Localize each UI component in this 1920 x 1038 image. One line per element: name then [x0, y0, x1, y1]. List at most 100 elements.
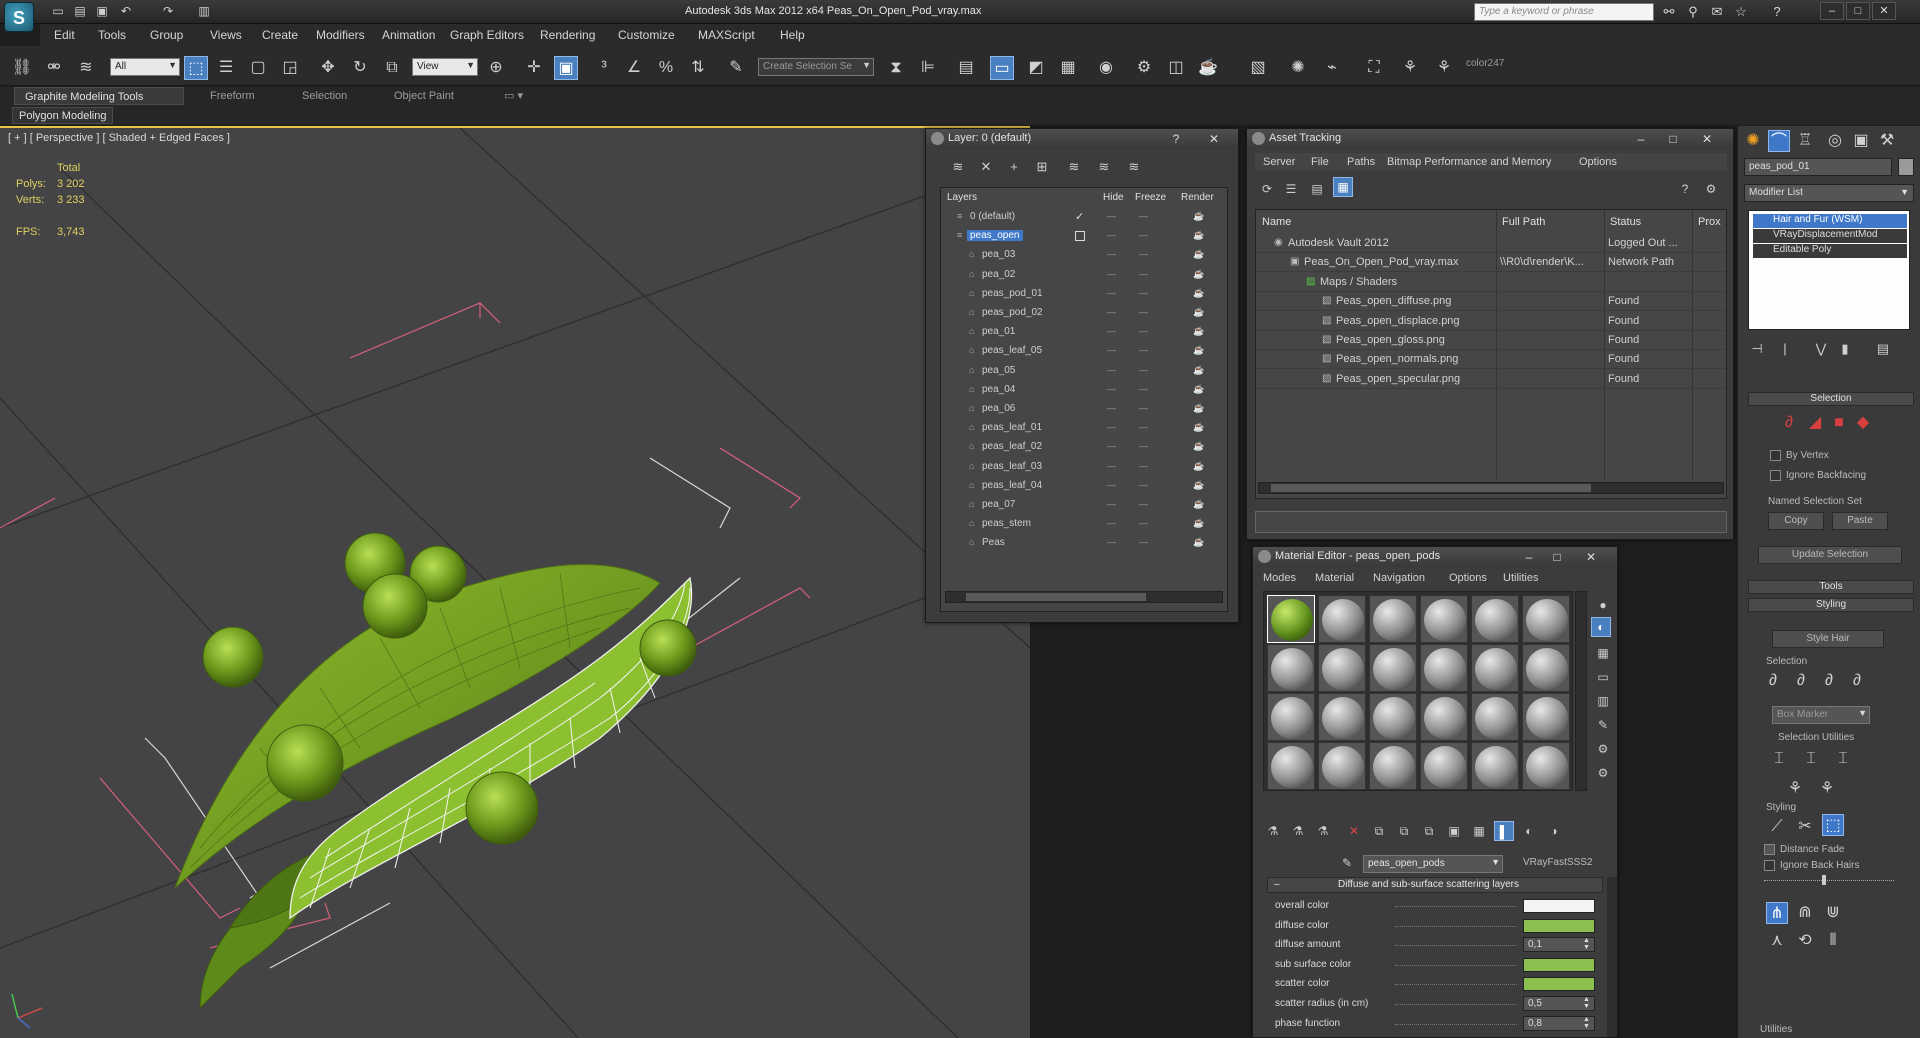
update-selection-button[interactable]: Update Selection — [1758, 546, 1902, 564]
show-hidden-icon[interactable]: ⚘ — [1816, 778, 1838, 800]
stack-item-hair-and-fur[interactable]: Hair and Fur (WSM) — [1753, 214, 1907, 228]
layer-row[interactable]: ⌂ peas_pod_02 — — ☕ — [941, 304, 1227, 323]
layer-row[interactable]: ⌂ peas_leaf_02 — — ☕ — [941, 438, 1227, 457]
freeze-toggle[interactable]: — — [1139, 269, 1148, 279]
render-teapot-icon[interactable]: ☕ — [1193, 365, 1204, 376]
freeze-toggle[interactable]: — — [1139, 537, 1148, 547]
pin-stack-icon[interactable]: ⊣ — [1746, 338, 1768, 360]
vray-fur-icon[interactable]: ⚘ — [1398, 56, 1422, 80]
freeze-toggle[interactable]: — — [1139, 422, 1148, 432]
hide-toggle[interactable]: — — [1107, 326, 1116, 336]
layer-row[interactable]: ⌂ peas_stem — — ☕ — [941, 515, 1227, 534]
hide-toggle[interactable]: — — [1107, 307, 1116, 317]
help-icon[interactable]: ? — [1768, 4, 1786, 20]
ribbon-options-icon[interactable]: ▭ ▾ — [494, 87, 533, 105]
freeze-toggle[interactable]: — — [1139, 326, 1148, 336]
material-sample-slot[interactable] — [1471, 644, 1519, 692]
binoculars-icon[interactable]: ⚯ — [1660, 4, 1678, 20]
selection-filter-dropdown[interactable]: All ▼ — [110, 58, 180, 76]
save-icon[interactable]: ▣ — [94, 4, 110, 19]
render-teapot-icon[interactable]: ☕ — [1193, 230, 1204, 241]
freeze-toggle[interactable]: — — [1139, 249, 1148, 259]
make-preview-icon[interactable]: ✎ — [1591, 713, 1615, 737]
hair-cut-icon[interactable]: ✂ — [1794, 816, 1816, 838]
material-sample-slot[interactable] — [1318, 693, 1366, 741]
asset-row[interactable]: ▧ Peas_open_diffuse.png Found — [1256, 292, 1726, 312]
thumbnail-view-icon[interactable]: ▤ — [1305, 177, 1329, 201]
render-teapot-icon[interactable]: ☕ — [1193, 326, 1204, 337]
vray-lights-icon[interactable]: ✺ — [1286, 56, 1310, 80]
stand-hair-icon[interactable]: ⋒ — [1794, 902, 1816, 924]
freeze-toggle[interactable]: — — [1139, 480, 1148, 490]
render-teapot-icon[interactable]: ☕ — [1193, 249, 1204, 260]
object-color-swatch[interactable] — [1898, 158, 1914, 176]
copy-button[interactable]: Copy — [1768, 512, 1824, 530]
ignore-backfacing-checkbox[interactable] — [1770, 470, 1781, 481]
minimize-button[interactable]: – — [1820, 2, 1844, 20]
new-file-icon[interactable]: ▭ — [50, 4, 66, 19]
named-selection-sets-dropdown[interactable]: Create Selection Se ▼ — [758, 58, 874, 76]
layer-row[interactable]: ⌂ pea_07 — — ☕ — [941, 496, 1227, 515]
hide-toggle[interactable]: — — [1107, 249, 1116, 259]
layer-row[interactable]: ⌂ pea_02 — — ☕ — [941, 266, 1227, 285]
hide-unhide-all-icon[interactable]: ≋ — [1092, 155, 1116, 179]
rotate-hair-icon[interactable]: ⟲ — [1794, 930, 1816, 952]
rotate-icon[interactable]: ↻ — [348, 56, 372, 80]
layer-row[interactable]: ⌂ peas_pod_01 — — ☕ — [941, 285, 1227, 304]
backlight-icon[interactable]: ◐ — [1591, 617, 1611, 637]
material-sample-slot[interactable] — [1318, 644, 1366, 692]
render-teapot-icon[interactable]: ☕ — [1193, 403, 1204, 414]
slots-vscroll[interactable] — [1575, 591, 1587, 791]
asset-row[interactable]: ▣ Peas_On_Open_Pod_vray.max \\R0\d\render\… — [1256, 253, 1726, 273]
vray-plane-icon[interactable]: ⚘ — [1432, 56, 1456, 80]
graphite-ribbon-icon[interactable]: ▭ — [990, 56, 1014, 80]
subscription-icon[interactable]: ⚲ — [1684, 4, 1702, 20]
material-sample-slot[interactable] — [1267, 644, 1315, 692]
material-sample-slot[interactable] — [1369, 644, 1417, 692]
material-id-icon[interactable]: ▣ — [1444, 821, 1464, 841]
mat-menu-options[interactable]: Options — [1449, 572, 1487, 584]
menu-animation[interactable]: Animation — [382, 28, 435, 42]
show-end-result-icon[interactable]: ▌ — [1494, 821, 1514, 841]
freeze-toggle[interactable]: — — [1139, 461, 1148, 471]
stack-item-editable-poly[interactable]: Editable Poly — [1753, 244, 1907, 258]
select-highlighted-icon[interactable]: ⊞ — [1030, 155, 1054, 179]
layer-help-button[interactable]: ? — [1166, 131, 1186, 147]
mat-minimize-button[interactable]: – — [1519, 549, 1539, 565]
layer-hscroll-thumb[interactable] — [966, 593, 1146, 601]
freeze-toggle[interactable]: — — [1139, 230, 1148, 240]
layers-column-header[interactable]: Layers — [947, 192, 977, 203]
by-vertex-checkbox[interactable] — [1770, 450, 1781, 461]
menu-edit[interactable]: Edit — [54, 28, 75, 42]
hide-toggle[interactable]: — — [1107, 269, 1116, 279]
menu-maxscript[interactable]: MAXScript — [698, 28, 755, 42]
pivot-center-icon[interactable]: ⊕ — [484, 56, 508, 80]
render-teapot-icon[interactable]: ☕ — [1193, 288, 1204, 299]
paste-button[interactable]: Paste — [1832, 512, 1888, 530]
name-column-header[interactable]: Name — [1262, 216, 1291, 228]
style-hair-button[interactable]: Style Hair — [1772, 630, 1884, 648]
refresh-icon[interactable]: ⟳ — [1255, 177, 1279, 201]
layer-row[interactable]: ⌂ peas_leaf_01 — — ☕ — [941, 419, 1227, 438]
hide-toggle[interactable]: — — [1107, 461, 1116, 471]
asset-maximize-button[interactable]: □ — [1663, 131, 1683, 147]
asset-hscroll-thumb[interactable] — [1271, 484, 1591, 492]
freeze-column-header[interactable]: Freeze — [1135, 192, 1166, 203]
ignore-back-hairs-checkbox[interactable] — [1764, 860, 1775, 871]
puff-roots-icon[interactable]: ⋓ — [1822, 902, 1844, 924]
material-sample-slot[interactable] — [1267, 595, 1315, 643]
render-setup-icon[interactable]: ⚙ — [1132, 56, 1156, 80]
menu-views[interactable]: Views — [210, 28, 242, 42]
material-sample-slot[interactable] — [1522, 644, 1570, 692]
hide-toggle[interactable]: — — [1107, 422, 1116, 432]
freeze-toggle[interactable]: — — [1139, 403, 1148, 413]
move-icon[interactable]: ✥ — [316, 56, 340, 80]
asset-row[interactable]: ▧ Peas_open_displace.png Found — [1256, 312, 1726, 331]
layer-row[interactable]: ⌂ peas_leaf_04 — — ☕ — [941, 477, 1227, 496]
prox-column-header[interactable]: Prox — [1698, 216, 1721, 228]
render-teapot-icon[interactable]: ☕ — [1193, 461, 1204, 472]
options-icon[interactable]: ⚙ — [1591, 737, 1615, 761]
material-sample-slot[interactable] — [1420, 742, 1468, 790]
material-sample-slot[interactable] — [1318, 742, 1366, 790]
maximize-button[interactable]: □ — [1846, 2, 1870, 20]
